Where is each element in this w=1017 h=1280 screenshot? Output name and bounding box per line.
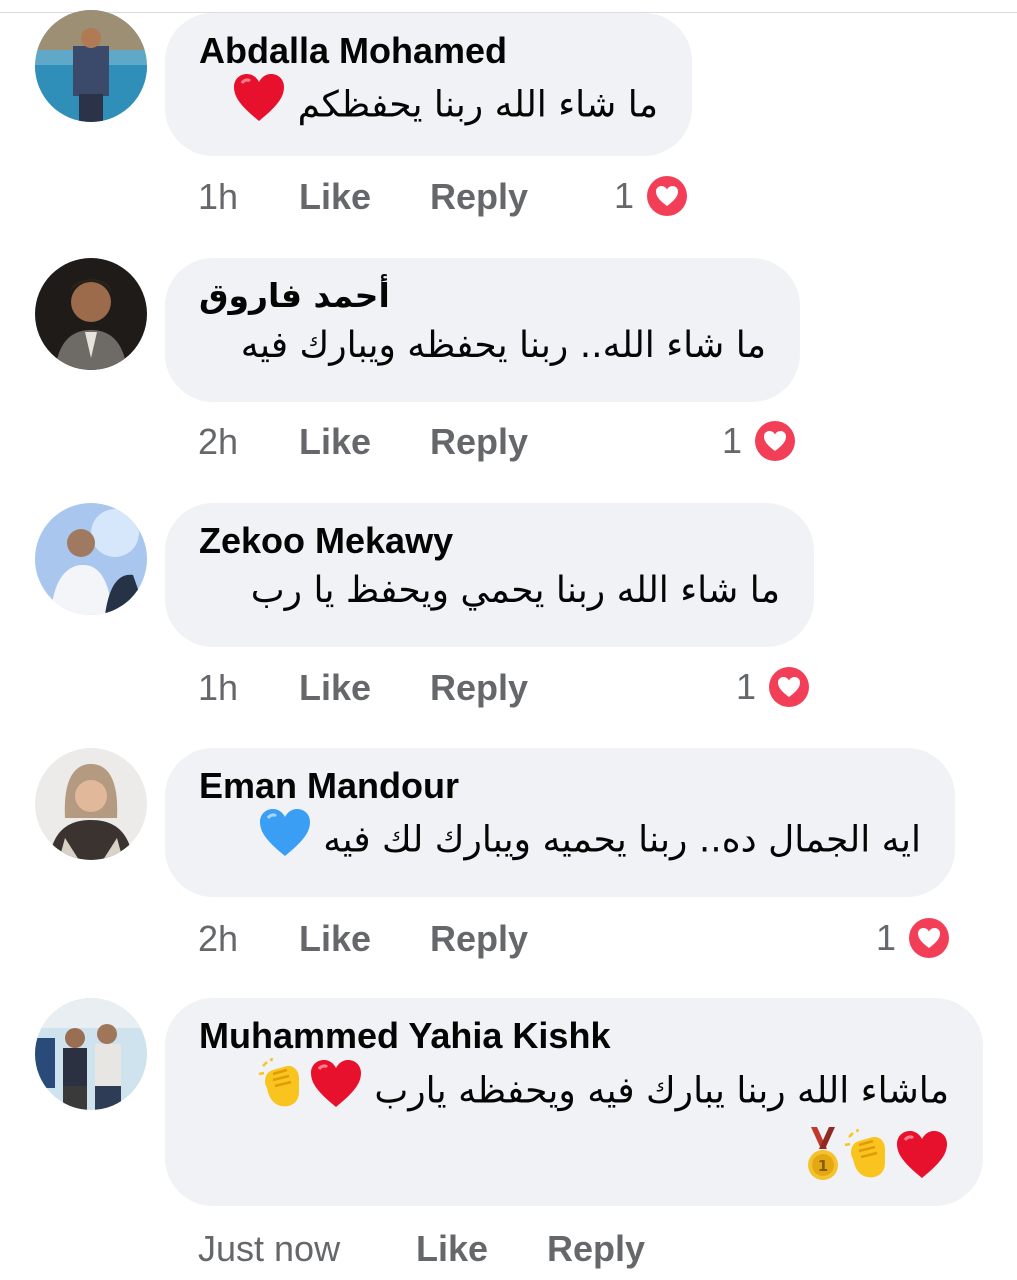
love-reaction-icon bbox=[906, 915, 953, 961]
like-button[interactable]: Like bbox=[299, 918, 371, 960]
comment-time[interactable]: 2h bbox=[198, 421, 238, 463]
comment-body: ما شاء الله ربنا يحمي ويحفظ يا رب bbox=[250, 570, 780, 611]
comment-bubble: Abdalla Mohamed ما شاء الله ربنا يحفظكم bbox=[165, 13, 692, 156]
reaction-count: 1 bbox=[736, 666, 757, 707]
avatar[interactable] bbox=[35, 503, 147, 615]
avatar[interactable] bbox=[35, 258, 147, 370]
like-button[interactable]: Like bbox=[299, 421, 371, 463]
reaction-count: 1 bbox=[614, 175, 635, 216]
comment-text-line-1: ماشاء الله ربنا يبارك فيه ويحفظه يارب bbox=[199, 1057, 949, 1127]
comment-bubble: أحمد فاروق ما شاء الله.. ربنا يحفظه ويبا… bbox=[165, 258, 800, 402]
red-heart-emoji-icon bbox=[232, 73, 286, 140]
red-heart-emoji-icon bbox=[895, 1130, 949, 1197]
clapping-hands-emoji-icon bbox=[257, 1057, 309, 1127]
comment-time[interactable]: 1h bbox=[198, 176, 238, 218]
comment-author[interactable]: Muhammed Yahia Kishk bbox=[199, 1014, 949, 1058]
reply-button[interactable]: Reply bbox=[430, 176, 528, 218]
comment-text: ما شاء الله ربنا يحمي ويحفظ يا رب bbox=[199, 563, 780, 619]
love-reaction-icon bbox=[752, 418, 799, 464]
reaction-summary[interactable]: 1 bbox=[614, 172, 691, 220]
comment-author[interactable]: أحمد فاروق bbox=[199, 274, 766, 318]
reply-button[interactable]: Reply bbox=[430, 918, 528, 960]
reply-button[interactable]: Reply bbox=[430, 421, 528, 463]
first-place-medal-emoji-icon: 1 bbox=[803, 1127, 843, 1200]
comment-body: ايه الجمال ده.. ربنا يحميه ويبارك لك فيه bbox=[323, 819, 921, 861]
reaction-summary[interactable]: 1 bbox=[736, 663, 813, 711]
comment-text-line-2: 1 bbox=[199, 1127, 949, 1200]
comment-body: ماشاء الله ربنا يبارك فيه ويحفظه يارب bbox=[374, 1070, 949, 1112]
comment-text: ما شاء الله ربنا يحفظكم bbox=[199, 73, 658, 140]
like-button[interactable]: Like bbox=[299, 667, 371, 709]
clapping-hands-emoji-icon bbox=[843, 1128, 895, 1198]
avatar[interactable] bbox=[35, 748, 147, 860]
reply-button[interactable]: Reply bbox=[547, 1228, 645, 1270]
red-heart-emoji-icon bbox=[309, 1059, 363, 1126]
love-reaction-icon bbox=[644, 173, 691, 219]
comment-time[interactable]: 2h bbox=[198, 918, 238, 960]
comment-bubble: Eman Mandour ايه الجمال ده.. ربنا يحميه … bbox=[165, 748, 955, 897]
reaction-count: 1 bbox=[722, 420, 743, 461]
comment-body: ما شاء الله.. ربنا يحفظه ويبارك فيه bbox=[240, 325, 766, 366]
comment-text: ما شاء الله.. ربنا يحفظه ويبارك فيه bbox=[199, 318, 766, 374]
comment-author[interactable]: Zekoo Mekawy bbox=[199, 519, 780, 563]
comment-time[interactable]: 1h bbox=[198, 667, 238, 709]
comment-text: ماشاء الله ربنا يبارك فيه ويحفظه يارب 1 bbox=[199, 1057, 949, 1200]
comment-bubble: Zekoo Mekawy ما شاء الله ربنا يحمي ويحفظ… bbox=[165, 503, 814, 647]
blue-heart-emoji-icon bbox=[258, 808, 312, 875]
avatar[interactable] bbox=[35, 998, 147, 1110]
comment-bubble: Muhammed Yahia Kishk ماشاء الله ربنا يبا… bbox=[165, 998, 983, 1206]
comment-time[interactable]: Just now bbox=[198, 1228, 340, 1270]
reply-button[interactable]: Reply bbox=[430, 667, 528, 709]
comment-author[interactable]: Abdalla Mohamed bbox=[199, 29, 658, 73]
like-button[interactable]: Like bbox=[416, 1228, 488, 1270]
comment-author[interactable]: Eman Mandour bbox=[199, 764, 921, 808]
reaction-count: 1 bbox=[876, 917, 897, 958]
reaction-summary[interactable]: 1 bbox=[876, 914, 953, 962]
love-reaction-icon bbox=[766, 664, 813, 710]
comment-text: ايه الجمال ده.. ربنا يحميه ويبارك لك فيه bbox=[199, 808, 921, 875]
comment-body: ما شاء الله ربنا يحفظكم bbox=[297, 84, 658, 126]
svg-text:1: 1 bbox=[818, 1157, 828, 1175]
like-button[interactable]: Like bbox=[299, 176, 371, 218]
avatar[interactable] bbox=[35, 10, 147, 122]
reaction-summary[interactable]: 1 bbox=[722, 417, 799, 465]
